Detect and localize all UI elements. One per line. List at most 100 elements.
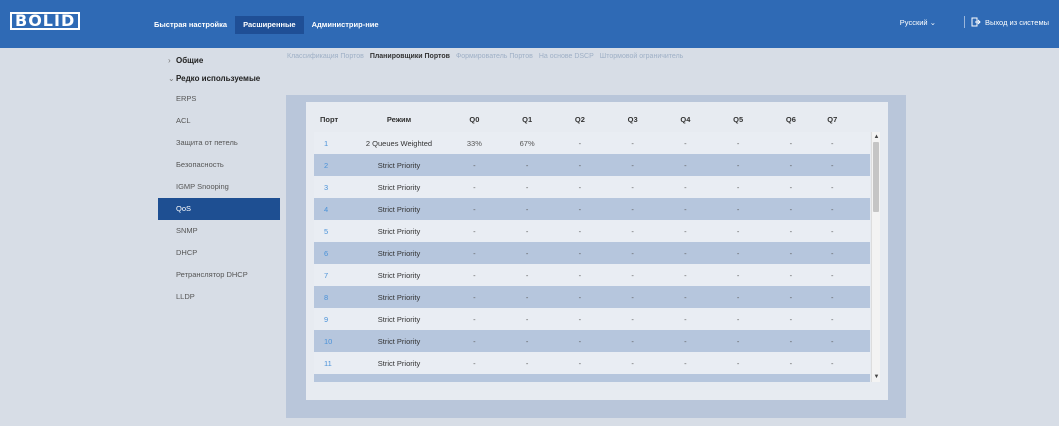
table-row[interactable]: 4 Strict Priority - - - - - - - - <box>314 198 870 220</box>
queue-cell: - <box>525 270 529 280</box>
top-header: BOLID Быстрая настройка Расширенные Адми… <box>0 0 1059 48</box>
brand-logo: BOLID <box>8 12 82 30</box>
queue-cell: - <box>578 292 582 302</box>
queue-cell: - <box>684 182 687 192</box>
port-link[interactable]: 12 <box>314 381 350 383</box>
queue-cell: - <box>578 160 582 170</box>
table-row[interactable]: 12Strict Priority-------- <box>314 374 870 382</box>
queue-cell: - <box>631 182 634 192</box>
table-row[interactable]: 10 Strict Priority - - - - - - - - <box>314 330 870 352</box>
menu-item-dhcp-relay[interactable]: Ретранслятор DHCP <box>158 264 280 286</box>
language-select[interactable]: Русский ⌄ <box>900 18 936 27</box>
scroll-down-icon[interactable]: ▼ <box>873 373 880 381</box>
table-row[interactable]: 5 Strict Priority - - - - - - - - <box>314 220 870 242</box>
queue-cell: - <box>525 248 529 258</box>
table-scrollbar[interactable]: ▲ ▼ <box>871 132 880 382</box>
menu-item-igmp-snooping[interactable]: IGMP Snooping <box>158 176 280 198</box>
port-link[interactable]: 5 <box>314 227 350 236</box>
logout-button[interactable]: Выход из системы <box>971 17 1049 27</box>
col-header-mode: Режим <box>386 114 412 124</box>
queue-cell: - <box>736 270 740 280</box>
tab-port-shapers[interactable]: Формирователь Портов <box>453 50 536 63</box>
mode-cell: Strict Priority <box>377 292 421 302</box>
queue-cell: - <box>473 358 476 368</box>
table-row[interactable]: 8 Strict Priority - - - - - - - - <box>314 286 870 308</box>
queue-cell: - <box>736 336 740 346</box>
queue-cell: - <box>789 358 793 368</box>
mode-cell: Strict Priority <box>377 182 421 192</box>
menu-item-lldp[interactable]: LLDP <box>158 286 280 308</box>
tab-port-schedulers[interactable]: Планировщики Портов <box>367 50 453 63</box>
col-header-q1: Q1 <box>522 114 533 124</box>
queue-cell: - <box>684 292 687 302</box>
table-row[interactable]: 9 Strict Priority - - - - - - - - <box>314 308 870 330</box>
port-link[interactable]: 3 <box>314 183 350 192</box>
tab-port-classification[interactable]: Классификация Портов <box>284 50 367 63</box>
port-link[interactable]: 8 <box>314 293 350 302</box>
table-row[interactable]: 11 Strict Priority - - - - - - - - <box>314 352 870 374</box>
queue-cell: - <box>631 292 634 302</box>
menu-group-rarely-used[interactable]: ⌄Редко используемые <box>158 70 280 88</box>
scroll-thumb[interactable] <box>873 142 879 212</box>
tab-storm-control[interactable]: Штормовой ограничитель <box>597 50 687 63</box>
queue-cell: - <box>578 270 582 280</box>
queue-cell: - <box>789 204 793 214</box>
tab-dscp-based[interactable]: На основе DSCP <box>536 50 597 63</box>
queue-cell: - <box>831 358 834 368</box>
mode-cell: Strict Priority <box>377 226 421 236</box>
mode-cell: Strict Priority <box>377 248 421 258</box>
menu-group-general[interactable]: › Общие <box>158 52 280 70</box>
port-link[interactable]: 1 <box>314 139 350 148</box>
menu-item-dhcp[interactable]: DHCP <box>158 242 280 264</box>
table-header: Порт Режим Q0 Q1 Q2 Q3 Q4 Q5 Q6 Q7 <box>314 107 880 131</box>
mode-cell: Strict Priority <box>377 204 421 214</box>
nav-advanced[interactable]: Расширенные <box>235 16 304 34</box>
queue-cell: - <box>831 314 834 324</box>
col-header-q7: Q7 <box>827 114 838 124</box>
queue-cell: 67% <box>519 138 535 148</box>
menu-item-erps[interactable]: ERPS <box>158 88 280 110</box>
queue-cell: - <box>631 314 634 324</box>
queue-cell: - <box>631 358 634 368</box>
col-header-q6: Q6 <box>785 114 796 124</box>
table-row[interactable]: 1 2 Queues Weighted 33% 67% - - - - - - <box>314 132 870 154</box>
menu-item-snmp[interactable]: SNMP <box>158 220 280 242</box>
col-header-q0: Q0 <box>469 114 480 124</box>
queue-cell: - <box>631 160 634 170</box>
port-link[interactable]: 6 <box>314 249 350 258</box>
scroll-up-icon[interactable]: ▲ <box>873 133 880 141</box>
table-row[interactable]: 2 Strict Priority - - - - - - - - <box>314 154 870 176</box>
queue-cell: - <box>578 248 582 258</box>
queue-cell: - <box>473 182 476 192</box>
nav-quick-setup[interactable]: Быстрая настройка <box>146 16 235 34</box>
scheduler-table-container: Порт Режим Q0 Q1 Q2 Q3 Q4 Q5 Q6 Q7 1 2 Qu… <box>306 102 888 400</box>
nav-administration[interactable]: Администрир-ние <box>304 16 387 34</box>
logout-label: Выход из системы <box>985 17 1049 27</box>
table-row[interactable]: 3 Strict Priority - - - - - - - - <box>314 176 870 198</box>
menu-item-loop-protection[interactable]: Защита от петель <box>158 132 280 154</box>
queue-cell: - <box>736 204 740 214</box>
left-menu: › Общие ⌄Редко используемые ERPS ACL Защи… <box>158 52 280 308</box>
queue-cell: - <box>736 226 740 236</box>
queue-cell: - <box>736 292 740 302</box>
port-link[interactable]: 10 <box>314 337 350 346</box>
table-row[interactable]: 7 Strict Priority - - - - - - - - <box>314 264 870 286</box>
queue-cell: - <box>736 160 740 170</box>
table-row[interactable]: 6 Strict Priority - - - - - - - - <box>314 242 870 264</box>
menu-item-qos[interactable]: QoS <box>158 198 280 220</box>
queue-cell: - <box>684 138 687 148</box>
port-link[interactable]: 2 <box>314 161 350 170</box>
queue-cell: - <box>712 381 765 383</box>
menu-item-acl[interactable]: ACL <box>158 110 280 132</box>
mode-cell: Strict Priority <box>377 358 421 368</box>
port-link[interactable]: 4 <box>314 205 350 214</box>
port-link[interactable]: 9 <box>314 315 350 324</box>
mode-cell: 2 Queues Weighted <box>365 138 433 148</box>
port-link[interactable]: 11 <box>314 359 350 368</box>
content-panel: Порт Режим Q0 Q1 Q2 Q3 Q4 Q5 Q6 Q7 1 2 Qu… <box>286 95 906 418</box>
queue-cell: - <box>684 204 687 214</box>
port-link[interactable]: 7 <box>314 271 350 280</box>
queue-cell: - <box>684 248 687 258</box>
menu-item-security[interactable]: Безопасность <box>158 154 280 176</box>
queue-cell: - <box>736 248 740 258</box>
